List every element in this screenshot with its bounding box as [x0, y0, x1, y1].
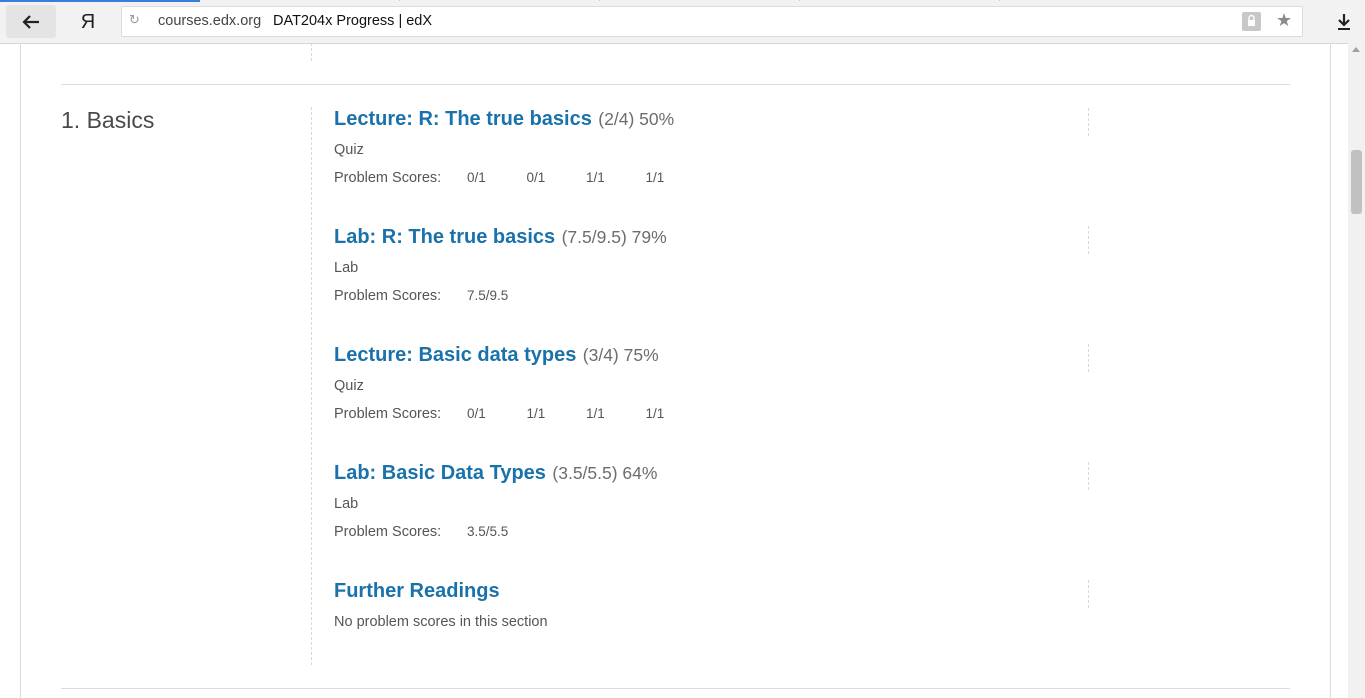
subsection-link[interactable]: Further Readings — [334, 580, 500, 602]
subsection-type: Lab — [334, 496, 359, 512]
subsection-type: Quiz — [334, 142, 364, 158]
problem-scores-label: Problem Scores: — [334, 288, 442, 304]
page-load-progress — [0, 0, 200, 2]
subsection-type: Quiz — [334, 378, 364, 394]
subsection-score: (7.5/9.5) 79% — [561, 227, 667, 247]
yandex-icon[interactable]: Я — [76, 9, 100, 35]
subsection: Lecture: Basic data types (3/4) 75% Quiz… — [334, 344, 1094, 426]
subsection-link[interactable]: Lab: R: The true basics — [334, 226, 555, 248]
scrollbar-thumb[interactable] — [1351, 150, 1362, 214]
subsection: Lab: R: The true basics (7.5/9.5) 79% La… — [334, 226, 1094, 308]
section-rule — [311, 107, 312, 665]
problem-scores-label: Problem Scores: — [334, 170, 442, 186]
problem-score: 1/1 — [645, 170, 665, 185]
back-button[interactable] — [6, 5, 56, 38]
subsection: Lecture: R: The true basics (2/4) 50% Qu… — [334, 108, 1094, 190]
back-arrow-icon — [22, 14, 39, 29]
problem-scores: Problem Scores: 7.5/9.5 — [334, 288, 1094, 308]
problem-score: 0/1 — [467, 170, 486, 185]
subsection-link[interactable]: Lab: Basic Data Types — [334, 462, 546, 484]
subsection-link[interactable]: Lecture: R: The true basics — [334, 108, 592, 130]
page-title: DAT204x Progress | edX — [273, 13, 433, 29]
scroll-up-icon[interactable] — [1352, 47, 1360, 52]
subsection: Lab: Basic Data Types (3.5/5.5) 64% Lab … — [334, 462, 1094, 544]
problem-scores: Problem Scores: 3.5/5.5 — [334, 524, 1094, 544]
subsection-type: Lab — [334, 260, 359, 276]
browser-toolbar: Я ↻ courses.edx.org DAT204x Progress | e… — [0, 0, 1365, 44]
subsection-score: (3.5/5.5) 64% — [552, 463, 658, 483]
yandex-glyph: Я — [80, 10, 96, 33]
problem-scores-label: Problem Scores: — [334, 406, 442, 422]
vertical-scrollbar[interactable] — [1348, 43, 1365, 698]
section-divider-bottom — [61, 688, 1290, 689]
problem-score: 1/1 — [586, 406, 605, 421]
download-icon — [1338, 14, 1350, 30]
reload-icon[interactable]: ↻ — [129, 13, 140, 28]
subsection-score: (3/4) 75% — [582, 345, 659, 365]
subsection-score: (2/4) 50% — [598, 109, 675, 129]
section-title: 1. Basics — [61, 107, 155, 133]
problem-scores: Problem Scores: 0/1 0/1 1/1 1/1 — [334, 170, 1094, 190]
problem-score: 3.5/5.5 — [467, 524, 509, 539]
subsection: Further Readings No problem scores in th… — [334, 580, 1094, 630]
problem-score: 0/1 — [526, 170, 546, 185]
problem-score: 0/1 — [467, 406, 486, 421]
lock-icon[interactable] — [1242, 12, 1261, 31]
subsection-link[interactable]: Lecture: Basic data types — [334, 344, 576, 366]
no-scores-message: No problem scores in this section — [334, 614, 548, 630]
address-bar[interactable]: ↻ courses.edx.org DAT204x Progress | edX… — [121, 6, 1303, 37]
problem-score: 7.5/9.5 — [467, 288, 509, 303]
problem-scores-label: Problem Scores: — [334, 524, 442, 540]
problem-score: 1/1 — [586, 170, 605, 185]
download-button[interactable] — [1332, 10, 1356, 34]
section-divider-top — [61, 84, 1290, 85]
problem-score: 1/1 — [526, 406, 546, 421]
star-icon[interactable]: ★ — [1276, 10, 1292, 31]
problem-scores: Problem Scores: 0/1 1/1 1/1 1/1 — [334, 406, 1094, 426]
address-domain: courses.edx.org — [158, 13, 262, 29]
problem-score: 1/1 — [645, 406, 665, 421]
